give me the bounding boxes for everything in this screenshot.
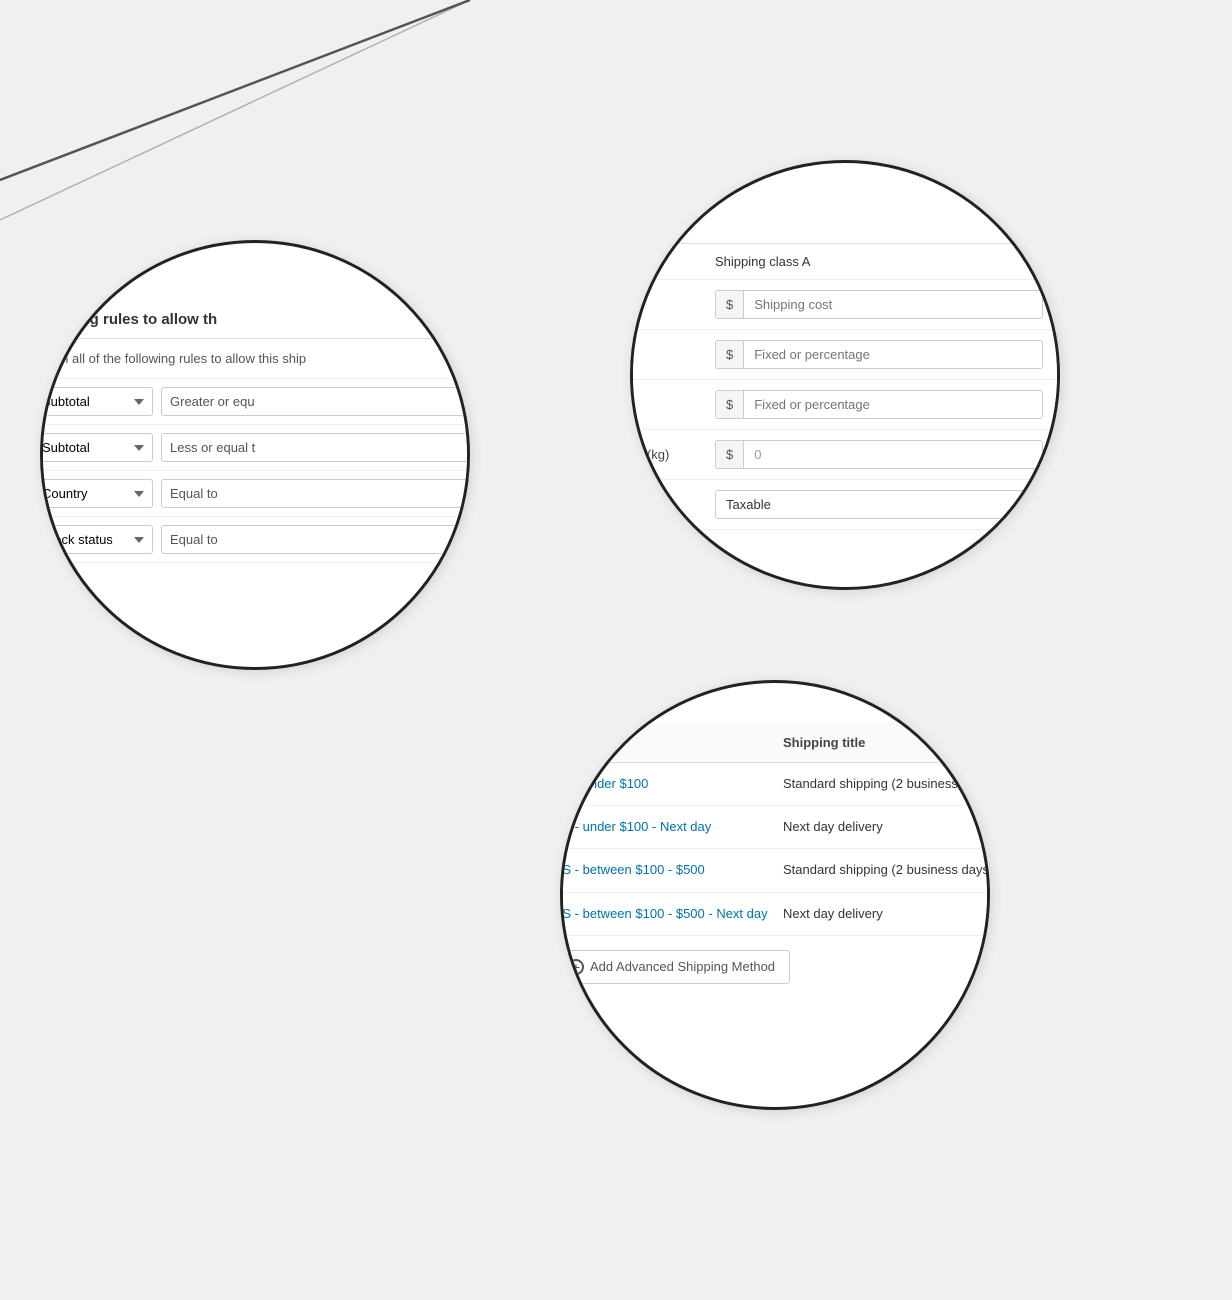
- rule-condition-2: Less or equal t: [161, 433, 470, 462]
- shipping-title-value: Shipping class A: [715, 254, 1043, 269]
- list-item: US - under $100 Standard shipping (2 bus…: [560, 763, 990, 806]
- cost-per-weight-input[interactable]: [744, 441, 1042, 468]
- rules-header: following rules to allow th: [40, 293, 470, 339]
- col-name-header: [560, 735, 783, 750]
- rules-subheader: match all of the following rules to allo…: [40, 339, 470, 379]
- settings-row-cost-weight: Cost per weight (kg) $: [630, 430, 1060, 480]
- method-title-4: Next day delivery: [783, 905, 990, 923]
- rules-header-text: following rules to allow th: [40, 311, 217, 328]
- list-item: US - under $100 - Next day Next day deli…: [560, 806, 990, 849]
- settings-header: ng settings: [630, 193, 1060, 244]
- rule-row: Subtotal Greater or equ: [40, 379, 470, 425]
- settings-row-cost-item: Cost per item $: [630, 380, 1060, 430]
- methods-panel: Shipping title US - under $100 Standard …: [560, 723, 990, 998]
- methods-circle: Shipping title US - under $100 Standard …: [560, 680, 990, 1110]
- settings-row-tax: Tax status Taxable: [630, 480, 1060, 530]
- rule-field-select-1[interactable]: Subtotal: [40, 387, 153, 416]
- handling-fee-input-group: $: [715, 340, 1043, 369]
- shipping-cost-input-group: $: [715, 290, 1043, 319]
- handling-fee-label: Handling fee: [630, 347, 703, 362]
- list-header: Shipping title: [560, 723, 990, 763]
- plus-icon: +: [568, 959, 584, 975]
- cost-per-weight-label: Cost per weight (kg): [630, 447, 703, 462]
- rules-circle: following rules to allow th match all of…: [40, 240, 470, 670]
- list-item: US - between $100 - $500 - Next day Next…: [560, 893, 990, 936]
- rule-row: Country Equal to: [40, 471, 470, 517]
- handling-fee-prefix: $: [716, 341, 744, 368]
- method-title-1: Standard shipping (2 business days): [783, 775, 990, 793]
- cost-per-item-label: Cost per item: [630, 397, 703, 412]
- tax-status-value: Taxable: [715, 490, 1043, 519]
- method-name-3[interactable]: US - between $100 - $500: [560, 861, 783, 879]
- cost-per-item-prefix: $: [716, 391, 744, 418]
- method-title-3: Standard shipping (2 business days): [783, 861, 990, 879]
- add-method-label: Add Advanced Shipping Method: [590, 959, 775, 974]
- settings-panel: ng settings Shipping title Shipping clas…: [630, 193, 1060, 530]
- rule-row: Stock status Equal to: [40, 517, 470, 563]
- list-item: US - between $100 - $500 Standard shippi…: [560, 849, 990, 892]
- rule-row: Subtotal Less or equal t: [40, 425, 470, 471]
- rules-panel: following rules to allow th match all of…: [40, 293, 470, 563]
- settings-row-cost: Shipping cost $: [630, 280, 1060, 330]
- tax-status-label: Tax status: [630, 497, 703, 512]
- col-title-header: Shipping title: [783, 735, 990, 750]
- rule-condition-4: Equal to: [161, 525, 470, 554]
- shipping-cost-prefix: $: [716, 291, 744, 318]
- rule-condition-1: Greater or equ: [161, 387, 470, 416]
- method-name-2[interactable]: US - under $100 - Next day: [560, 818, 783, 836]
- settings-circle: ng settings Shipping title Shipping clas…: [630, 160, 1060, 590]
- rule-field-select-2[interactable]: Subtotal: [40, 433, 153, 462]
- cost-per-item-input[interactable]: [744, 391, 1042, 418]
- rule-field-select-3[interactable]: Country: [40, 479, 153, 508]
- settings-row-handling: Handling fee $: [630, 330, 1060, 380]
- settings-row-title: Shipping title Shipping class A: [630, 244, 1060, 280]
- cost-per-item-input-group: $: [715, 390, 1043, 419]
- method-name-4[interactable]: US - between $100 - $500 - Next day: [560, 905, 783, 923]
- handling-fee-input[interactable]: [744, 341, 1042, 368]
- cost-per-weight-prefix: $: [716, 441, 744, 468]
- method-title-2: Next day delivery: [783, 818, 990, 836]
- shipping-cost-input[interactable]: [744, 291, 1042, 318]
- shipping-cost-label: Shipping cost: [630, 297, 703, 312]
- add-shipping-method-button[interactable]: + Add Advanced Shipping Method: [560, 950, 790, 984]
- cost-per-weight-input-group: $: [715, 440, 1043, 469]
- method-name-1[interactable]: US - under $100: [560, 775, 783, 793]
- rule-field-select-4[interactable]: Stock status: [40, 525, 153, 554]
- shipping-title-label: Shipping title: [630, 254, 703, 269]
- rule-condition-3: Equal to: [161, 479, 470, 508]
